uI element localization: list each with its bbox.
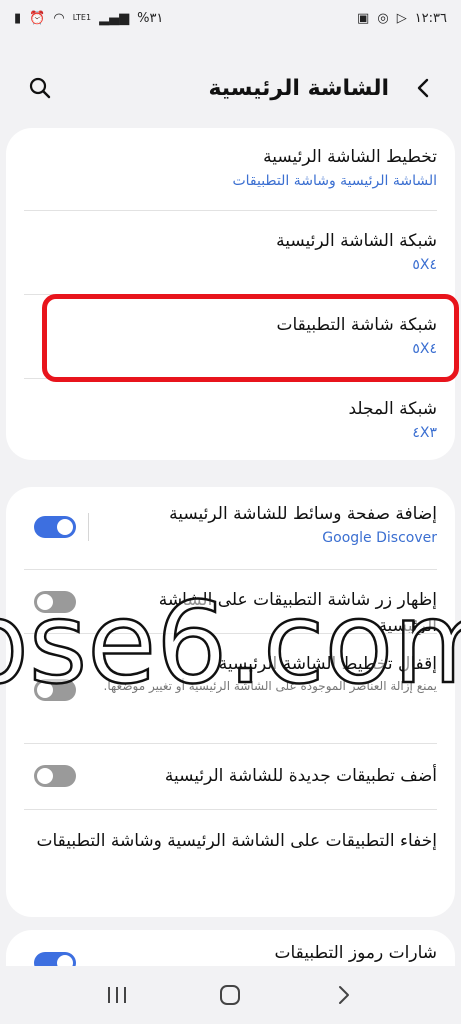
add-new-apps-toggle[interactable] xyxy=(34,765,76,787)
home-icon xyxy=(220,985,241,1005)
play-icon: ▷ xyxy=(396,10,407,26)
network-label: LTE1 xyxy=(72,13,92,22)
folder-grid-title: شبكة المجلد xyxy=(348,399,437,419)
alarm-icon: ⏰ xyxy=(29,10,46,26)
app-badges-item[interactable]: شارات رموز التطبيقات xyxy=(102,940,438,966)
back-chevron-icon xyxy=(417,78,429,98)
home-layout-value: الشاشة الرئيسية وشاشة التطبيقات xyxy=(232,173,437,189)
toggle-knob xyxy=(57,519,73,535)
home-layout-title: تخطيط الشاشة الرئيسية xyxy=(263,147,437,167)
home-button[interactable] xyxy=(210,975,250,1015)
wifi-icon: ◠ xyxy=(53,10,65,26)
toggle-knob xyxy=(37,682,53,698)
recent-apps-button[interactable] xyxy=(97,975,137,1015)
header: الشاشة الرئيسية xyxy=(0,60,461,116)
status-time: ١٢:٣٦ xyxy=(414,10,447,26)
hide-apps-title: إخفاء التطبيقات على الشاشة الرئيسية وشاش… xyxy=(36,831,437,851)
home-grid-value: ٥X٤ xyxy=(412,257,437,273)
home-grid-item[interactable]: شبكة الشاشة الرئيسية ٥X٤ xyxy=(24,228,437,276)
home-grid-title: شبكة الشاشة الرئيسية xyxy=(276,231,437,251)
media-page-title: إضافة صفحة وسائط للشاشة الرئيسية xyxy=(169,504,437,524)
divider xyxy=(24,809,437,810)
back-nav-icon xyxy=(339,986,350,1004)
signal-icon: ▂▄▆ xyxy=(99,10,130,26)
media-page-sub: Google Discover xyxy=(322,530,437,546)
header-title-wrap: الشاشة الرئيسية xyxy=(208,74,437,102)
toggle-settings-card: إضافة صفحة وسائط للشاشة الرئيسية Google … xyxy=(6,487,455,917)
lock-layout-toggle[interactable] xyxy=(34,679,76,701)
back-nav-button[interactable] xyxy=(324,975,364,1015)
lock-layout-item[interactable]: إقفال تخطيط الشاشة الرئيسية يمنع إزالة ا… xyxy=(102,651,437,695)
status-left: ▮ ⏰ ◠ LTE1 ▂▄▆ %٣١ xyxy=(14,12,163,25)
folder-grid-item[interactable]: شبكة المجلد ٤X٣ xyxy=(24,396,437,444)
lock-layout-desc: يمنع إزالة العناصر الموجودة على الشاشة ا… xyxy=(103,679,437,693)
divider xyxy=(24,569,437,570)
media-page-item[interactable]: إضافة صفحة وسائط للشاشة الرئيسية Google … xyxy=(102,501,437,549)
media-page-toggle[interactable] xyxy=(34,516,76,538)
whatsapp-icon: ◎ xyxy=(377,10,389,26)
gallery-icon: ▣ xyxy=(357,10,370,26)
highlight-box xyxy=(42,294,459,382)
toggle-knob xyxy=(37,768,53,784)
toggle-knob xyxy=(37,594,53,610)
battery-icon: ▮ xyxy=(14,10,22,26)
divider xyxy=(24,210,437,211)
add-new-apps-title: أضف تطبيقات جديدة للشاشة الرئيسية xyxy=(164,766,437,786)
recent-apps-icon xyxy=(107,987,126,1003)
apps-button-toggle[interactable] xyxy=(34,591,76,613)
apps-button-item[interactable]: إظهار زر شاشة التطبيقات على الشاشة الرئي… xyxy=(102,587,437,639)
add-new-apps-item[interactable]: أضف تطبيقات جديدة للشاشة الرئيسية xyxy=(102,763,437,789)
status-right: ▣ ◎ ▷ ١٢:٣٦ xyxy=(357,12,447,25)
navigation-bar xyxy=(0,966,461,1024)
separator xyxy=(88,513,89,541)
hide-apps-item[interactable]: إخفاء التطبيقات على الشاشة الرئيسية وشاش… xyxy=(24,827,437,855)
app-badges-title: شارات رموز التطبيقات xyxy=(274,943,438,963)
divider xyxy=(24,633,437,634)
page-title: الشاشة الرئيسية xyxy=(208,75,389,101)
back-button[interactable] xyxy=(409,74,437,102)
battery-percent: %٣١ xyxy=(137,10,164,26)
divider xyxy=(24,743,437,744)
lock-layout-title: إقفال تخطيط الشاشة الرئيسية xyxy=(218,654,437,674)
apps-button-title: إظهار زر شاشة التطبيقات على الشاشة الرئي… xyxy=(158,590,437,636)
status-bar: ▮ ⏰ ◠ LTE1 ▂▄▆ %٣١ ▣ ◎ ▷ ١٢:٣٦ xyxy=(0,0,461,36)
folder-grid-value: ٤X٣ xyxy=(412,425,437,441)
search-button[interactable] xyxy=(26,74,54,102)
home-layout-item[interactable]: تخطيط الشاشة الرئيسية الشاشة الرئيسية وش… xyxy=(24,144,437,192)
search-icon xyxy=(29,77,51,99)
